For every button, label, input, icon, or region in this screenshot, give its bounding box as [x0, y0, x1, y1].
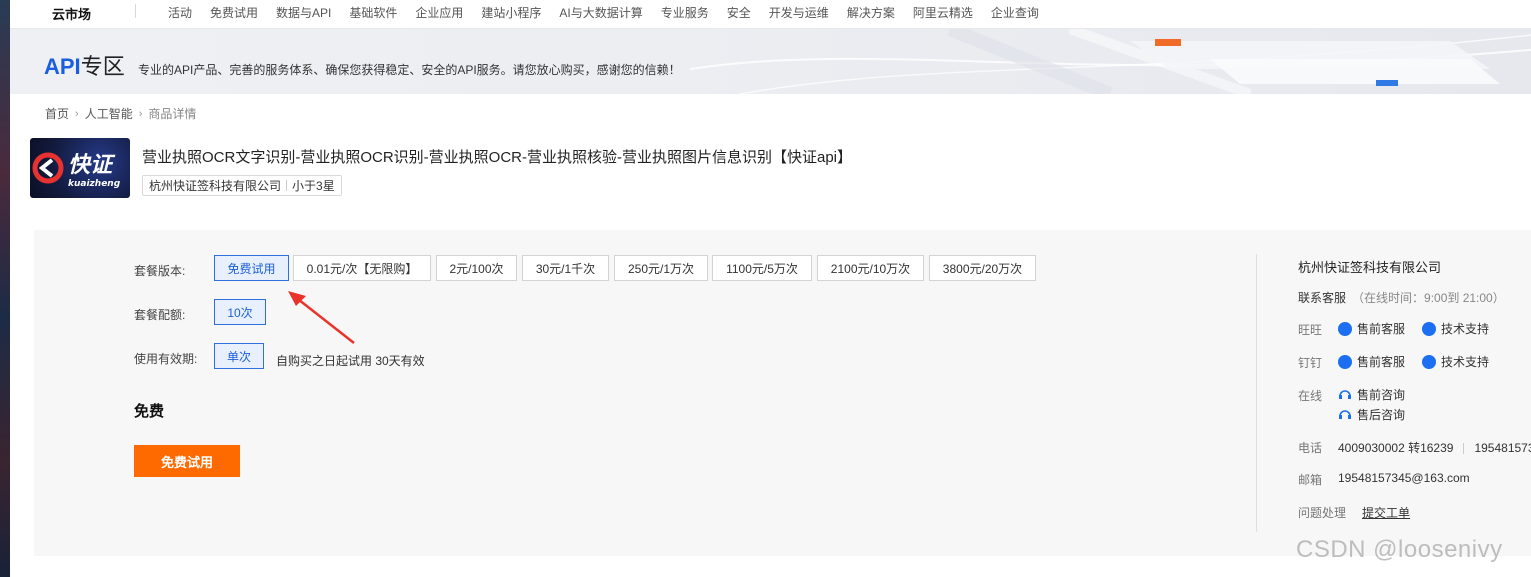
logo-text: 快证 — [68, 153, 116, 178]
annotation-arrow-icon — [288, 291, 355, 344]
brand-link[interactable]: 云市场 — [52, 4, 91, 23]
dingtalk-icon — [1338, 354, 1352, 369]
watermark: CSDN @loosenivy — [1296, 536, 1503, 563]
validity-note: 自购买之日起试用 30天有效 — [276, 354, 425, 368]
breadcrumb: 首页 › 人工智能 › 商品详情 — [45, 105, 196, 122]
wangwang-label: 旺旺 — [1298, 323, 1323, 337]
vendor-tag: 杭州快证签科技有限公司 小于3星 — [142, 175, 342, 196]
price-text: 免费 — [134, 403, 165, 420]
headset-icon — [1339, 409, 1351, 419]
dingding-label: 钉钉 — [1298, 356, 1323, 370]
background-strip — [0, 0, 10, 577]
email-label: 邮箱 — [1298, 473, 1323, 487]
wangwang-presale-link[interactable]: 售前客服 — [1338, 320, 1405, 337]
vendor-rating: 小于3星 — [292, 179, 335, 193]
nav-menu: 活动 免费试用 数据与API 基础软件 企业应用 建站小程序 AI与大数据计算 … — [168, 4, 1057, 21]
banner-title: API专区 — [44, 54, 125, 79]
version-option-200k[interactable]: 3800元/20万次 — [929, 255, 1036, 281]
nav-item-activity[interactable]: 活动 — [168, 4, 192, 21]
nav-item-data-api[interactable]: 数据与API — [276, 4, 331, 21]
phone-label: 电话 — [1298, 441, 1323, 455]
panel-divider — [1256, 254, 1257, 532]
version-option-0.01[interactable]: 0.01元/次【无限购】 — [293, 255, 431, 281]
issue-label: 问题处理 — [1298, 506, 1347, 520]
service-title: 联系客服 （在线时间：9:00到 21:00） — [1298, 291, 1505, 305]
wangwang-tech-link[interactable]: 技术支持 — [1422, 320, 1489, 337]
version-label: 套餐版本: — [134, 264, 186, 278]
online-label: 在线 — [1298, 389, 1323, 403]
version-option-free-trial[interactable]: 免费试用 — [214, 255, 289, 281]
vendor-company: 杭州快证签科技有限公司 — [1298, 260, 1442, 275]
quota-label: 套餐配额: — [134, 308, 186, 322]
purchase-panel: 套餐版本: 免费试用 0.01元/次【无限购】 2元/100次 30元/1千次 … — [34, 230, 1531, 556]
breadcrumb-home[interactable]: 首页 — [45, 105, 69, 122]
online-aftersale-link[interactable]: 售后咨询 — [1338, 406, 1405, 423]
wangwang-icon — [1338, 321, 1352, 336]
version-option-100k[interactable]: 2100元/10万次 — [817, 255, 924, 281]
product-logo: 快证 kuaizheng — [30, 138, 130, 198]
breadcrumb-current: 商品详情 — [148, 107, 197, 121]
logo-subtext: kuaizheng — [68, 179, 121, 189]
nav-item-company-search[interactable]: 企业查询 — [991, 4, 1039, 21]
banner-description: 专业的API产品、完善的服务体系、确保您获得稳定、安全的API服务。请您放心购买… — [138, 63, 681, 77]
nav-item-enterprise-apps[interactable]: 企业应用 — [415, 4, 463, 21]
top-nav: 云市场 活动 免费试用 数据与API 基础软件 企业应用 建站小程序 AI与大数… — [10, 0, 1531, 29]
nav-item-security[interactable]: 安全 — [727, 4, 751, 21]
nav-item-basic-software[interactable]: 基础软件 — [349, 4, 397, 21]
banner-decoration — [690, 29, 1531, 94]
nav-item-solutions[interactable]: 解决方案 — [847, 4, 895, 21]
service-hours: （在线时间：9:00到 21:00） — [1352, 291, 1505, 305]
product-title: 营业执照OCR文字识别-营业执照OCR识别-营业执照OCR-营业执照核验-营业执… — [142, 149, 852, 166]
version-option-100[interactable]: 2元/100次 — [436, 255, 517, 281]
headset-icon — [1339, 389, 1351, 399]
validity-option[interactable]: 单次 — [214, 343, 264, 369]
chevron-right-icon: › — [138, 107, 143, 120]
nav-item-free-trial[interactable]: 免费试用 — [210, 4, 258, 21]
version-option-10k[interactable]: 250元/1万次 — [614, 255, 708, 281]
wangwang-icon — [1422, 321, 1436, 336]
validity-label: 使用有效期: — [134, 352, 198, 366]
nav-divider — [135, 4, 136, 18]
version-option-1k[interactable]: 30元/1千次 — [522, 255, 609, 281]
nav-item-pro-services[interactable]: 专业服务 — [661, 4, 709, 21]
breadcrumb-category[interactable]: 人工智能 — [85, 105, 133, 122]
nav-item-devops[interactable]: 开发与运维 — [769, 4, 829, 21]
version-option-50k[interactable]: 1100元/5万次 — [712, 255, 812, 281]
online-presale-link[interactable]: 售前咨询 — [1338, 386, 1405, 403]
submit-ticket-link[interactable]: 提交工单 — [1362, 504, 1410, 521]
kuaizheng-logo-icon: 快证 kuaizheng — [32, 152, 121, 189]
dingding-presale-link[interactable]: 售前客服 — [1338, 353, 1405, 370]
free-trial-button[interactable]: 免费试用 — [134, 445, 240, 477]
nav-item-aliyun-picks[interactable]: 阿里云精选 — [913, 4, 973, 21]
email-value: 19548157345@163.com — [1338, 471, 1470, 485]
nav-item-ai-bigdata[interactable]: AI与大数据计算 — [559, 4, 642, 21]
api-zone-banner: API专区 专业的API产品、完善的服务体系、确保您获得稳定、安全的API服务。… — [10, 29, 1531, 94]
nav-item-site-miniprogram[interactable]: 建站小程序 — [481, 4, 541, 21]
dingding-tech-link[interactable]: 技术支持 — [1422, 353, 1489, 370]
phone-value: 4009030002 转1623919548157345 — [1338, 441, 1531, 455]
vendor-name[interactable]: 杭州快证签科技有限公司 — [149, 177, 281, 194]
tag-divider — [286, 180, 288, 191]
quota-option[interactable]: 10次 — [214, 299, 266, 325]
dingtalk-icon — [1422, 354, 1436, 369]
chevron-right-icon: › — [75, 107, 79, 120]
